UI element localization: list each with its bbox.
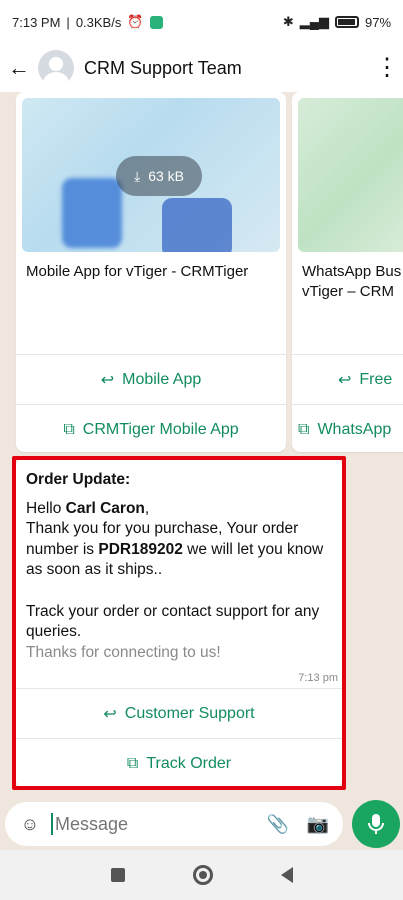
button-label: Mobile App [122, 370, 202, 388]
download-icon: ⤓ [133, 167, 141, 184]
recents-icon[interactable] [110, 868, 125, 882]
media-thumbnail[interactable] [298, 98, 403, 252]
file-size: 63 kB [148, 168, 184, 184]
button-label: Free [359, 370, 393, 388]
message-input[interactable] [55, 813, 255, 835]
external-link-icon: ⧉ [298, 420, 310, 438]
download-button[interactable]: ⤓ 63 kB [116, 156, 202, 196]
button-label: Customer Support [124, 704, 255, 722]
carousel-card: WhatsApp Bus for vTiger – CRM ↩ Free ⧉ W… [292, 92, 403, 452]
message-time: 7:13 pm [298, 672, 338, 684]
external-link-icon: ⧉ [126, 754, 139, 772]
chat-area[interactable]: ⤓ 63 kB Mobile App for vTiger - CRMTiger… [0, 92, 403, 802]
home-icon[interactable] [192, 865, 213, 885]
button-label: CRMTiger Mobile App [82, 420, 239, 438]
back-nav-icon[interactable] [280, 867, 293, 883]
message-line: Track your order or contact support for … [26, 602, 320, 641]
url-button[interactable]: ⧉ CRMTiger Mobile App [16, 404, 286, 454]
back-arrow-icon[interactable]: ← [8, 55, 32, 81]
url-button[interactable]: ⧉ WhatsApp [292, 404, 403, 454]
media-thumbnail[interactable]: ⤓ 63 kB [22, 98, 280, 252]
customer-support-button[interactable]: ↩ Customer Support [16, 688, 342, 738]
message-text: Order Update: Hello Carl Caron, Thank yo… [16, 458, 342, 663]
external-link-icon: ⧉ [63, 420, 75, 438]
reply-icon: ↩ [338, 371, 352, 389]
button-label: WhatsApp [317, 420, 392, 438]
battery-icon [334, 16, 359, 28]
track-order-button[interactable]: ⧉ Track Order [16, 738, 342, 788]
sticker-icon[interactable]: ☺ [17, 811, 43, 837]
customer-name: Carl Caron [65, 499, 145, 517]
camera-icon[interactable]: 📷 [305, 811, 331, 837]
battery-level: 97 [364, 14, 380, 30]
message-composer: ☺ 📎 📷 [5, 802, 343, 846]
message-bubble: Order Update: Hello Carl Caron, Thank yo… [16, 458, 342, 788]
text-cursor [51, 813, 53, 835]
reply-icon: ↩ [100, 371, 115, 389]
reply-icon: ↩ [103, 705, 117, 723]
chat-title[interactable]: CRM Support Team [84, 58, 242, 79]
chat-header: ← CRM Support Team ⋮ [0, 44, 403, 92]
bluetooth-icon: ✱ [282, 14, 294, 29]
order-number: PDR189202 [98, 540, 183, 558]
card-text: Mobile App for vTiger - CRMTiger [26, 263, 249, 280]
avatar[interactable] [38, 50, 74, 86]
quick-reply-button[interactable]: ↩ Mobile App [16, 354, 286, 404]
more-options-icon[interactable]: ⋮ [375, 56, 399, 80]
message-footer: Thanks for connecting to us! [26, 643, 221, 661]
signal-icon: ▂▄▆ [299, 14, 329, 29]
shield-icon [149, 15, 163, 29]
card-text: WhatsApp Bus for vTiger – CRM [302, 263, 403, 300]
carousel-card: ⤓ 63 kB Mobile App for vTiger - CRMTiger… [16, 92, 286, 452]
system-nav-bar [0, 850, 403, 900]
status-time: 7:13 PM [12, 14, 61, 30]
mic-icon [368, 814, 384, 834]
button-label: Track Order [146, 754, 232, 772]
network-speed: 0.3KB/s [75, 14, 122, 30]
message-heading: Order Update: [26, 471, 131, 488]
alarm-icon: ⏰ [127, 14, 144, 29]
mic-button[interactable] [352, 800, 400, 848]
quick-reply-button[interactable]: ↩ Free [292, 354, 403, 404]
status-bar: 7:13 PM | 0.3KB/s ⏰ ✱ ▂▄▆ 97% [0, 0, 403, 44]
attach-icon[interactable]: 📎 [265, 811, 291, 837]
